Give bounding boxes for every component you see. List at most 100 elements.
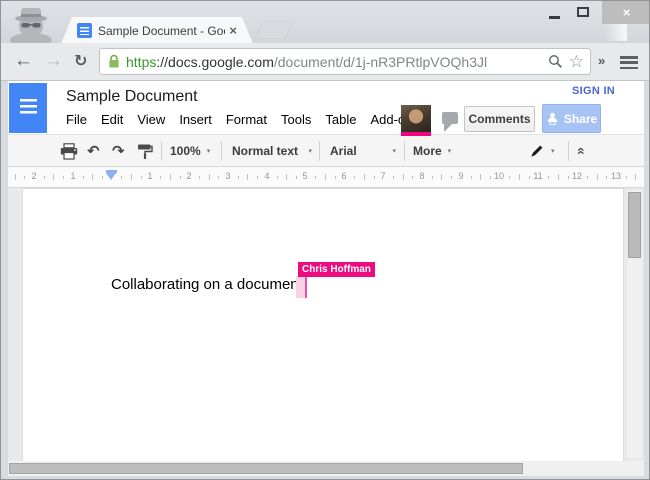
menu-insert[interactable]: Insert: [179, 112, 212, 127]
tab-title: Sample Document - Goog: [98, 24, 225, 38]
horizontal-scrollbar-thumb[interactable]: [9, 463, 523, 474]
ruler-tick: [519, 174, 520, 180]
comment-bubble-icon: [442, 112, 458, 124]
editing-mode-button[interactable]: ▾: [529, 141, 555, 161]
ruler-tick: [160, 176, 161, 179]
back-button[interactable]: ←: [14, 50, 33, 72]
chrome-menu-icon[interactable]: [620, 56, 638, 69]
document-text[interactable]: Collaborating on a document: [111, 276, 303, 293]
ruler-tick: [597, 174, 598, 180]
share-button[interactable]: Share: [542, 104, 601, 133]
ruler-tick: [238, 176, 239, 179]
bookmark-star-icon[interactable]: ☆: [569, 53, 584, 70]
collaborator-selection: [296, 276, 305, 298]
ruler-tick: [441, 174, 442, 180]
extensions-overflow-icon[interactable]: »: [598, 53, 605, 68]
ruler-tick: [471, 176, 472, 179]
menu-format[interactable]: Format: [226, 112, 267, 127]
paragraph-style-select[interactable]: Normal text ▾: [232, 141, 312, 161]
ruler-tick: [15, 174, 16, 180]
ruler-number: 1: [147, 171, 152, 181]
menu-bar: FileEditViewInsertFormatToolsTableAdd-on…: [66, 112, 419, 127]
title-bar: Sample Document - Goog × ×: [1, 1, 650, 43]
ruler-tick: [587, 176, 588, 179]
tab-close-icon[interactable]: ×: [229, 24, 237, 37]
ruler-tick: [403, 174, 404, 180]
chevron-down-icon: ▾: [551, 147, 555, 155]
browser-window: Sample Document - Goog × × ← → ↻ https:/…: [0, 0, 650, 480]
ruler-number: 9: [458, 171, 463, 181]
ruler-tick: [626, 176, 627, 179]
undo-button[interactable]: ↶: [87, 141, 100, 161]
chevron-down-icon: ▾: [308, 147, 312, 155]
browser-tab[interactable]: Sample Document - Goog ×: [61, 17, 253, 44]
ruler-tick: [606, 176, 607, 179]
ruler-tick: [393, 176, 394, 179]
zoom-value: 100%: [170, 144, 201, 158]
ruler-tick: [247, 174, 248, 180]
ruler-tick: [558, 174, 559, 180]
ruler-tick: [490, 176, 491, 179]
document-page[interactable]: Collaborating on a document Chris Hoffma…: [23, 189, 623, 461]
ruler-number: 2: [186, 171, 191, 181]
chevron-down-icon: ▾: [392, 147, 396, 155]
ruler-tick: [209, 174, 210, 180]
ruler-tick: [121, 176, 122, 179]
comments-button[interactable]: Comments: [464, 106, 535, 132]
ruler-tick: [24, 176, 25, 179]
menu-table[interactable]: Table: [325, 112, 356, 127]
collaborator-name-flag: Chris Hoffman: [298, 262, 375, 277]
menu-file[interactable]: File: [66, 112, 87, 127]
collapse-toolbar-button[interactable]: «: [578, 141, 586, 161]
paint-format-button[interactable]: [137, 141, 153, 161]
ruler-tick: [529, 176, 530, 179]
ruler-tick: [170, 174, 171, 180]
refresh-button[interactable]: ↻: [74, 51, 87, 71]
chevron-down-icon: ▾: [207, 147, 211, 155]
new-tab-button[interactable]: [255, 22, 293, 38]
sign-in-link[interactable]: SIGN IN: [572, 85, 615, 97]
menu-tools[interactable]: Tools: [281, 112, 311, 127]
maximize-button[interactable]: [577, 7, 589, 17]
search-icon[interactable]: [548, 54, 563, 69]
vertical-scrollbar-thumb[interactable]: [628, 192, 641, 258]
horizontal-scrollbar[interactable]: [8, 461, 644, 476]
indent-marker-icon[interactable]: [106, 173, 116, 180]
forward-button[interactable]: →: [44, 50, 63, 72]
document-title[interactable]: Sample Document: [66, 88, 198, 106]
ruler-tick: [277, 176, 278, 179]
font-value: Arial: [330, 144, 357, 158]
collaborator-avatar[interactable]: [401, 105, 431, 136]
more-label: More: [413, 144, 442, 158]
address-bar-input[interactable]: https://docs.google.com/document/d/1j-nR…: [99, 48, 591, 75]
ruler-tick: [63, 176, 64, 179]
close-window-button[interactable]: ×: [602, 1, 650, 24]
docs-home-button[interactable]: [9, 83, 47, 133]
ruler-number: 4: [264, 171, 269, 181]
ruler-number: 10: [494, 171, 504, 181]
menu-view[interactable]: View: [137, 112, 165, 127]
ruler-tick: [548, 176, 549, 179]
ruler: 21123456789101112131415: [8, 167, 644, 188]
url-scheme: https: [126, 54, 156, 70]
ruler-tick: [354, 176, 355, 179]
ruler-number: 12: [572, 171, 582, 181]
zoom-select[interactable]: 100% ▾: [170, 141, 210, 161]
ruler-number: 2: [31, 171, 36, 181]
ruler-tick: [315, 176, 316, 179]
window-frame-bottom: [1, 476, 650, 480]
ruler-tick: [480, 174, 481, 180]
vertical-scrollbar[interactable]: [627, 190, 642, 458]
menu-edit[interactable]: Edit: [101, 112, 123, 127]
minimize-button[interactable]: [549, 16, 560, 19]
ruler-tick: [568, 176, 569, 179]
print-button[interactable]: [60, 141, 78, 161]
paint-format-icon: [137, 143, 153, 160]
more-button[interactable]: More ▾: [413, 141, 451, 161]
url-text: https://docs.google.com/document/d/1j-nR…: [126, 54, 542, 70]
ruler-tick: [325, 174, 326, 180]
font-select[interactable]: Arial ▾: [330, 141, 396, 161]
ruler-tick: [141, 176, 142, 179]
edit-pen-icon: [529, 143, 545, 159]
redo-button[interactable]: ↷: [112, 141, 125, 161]
